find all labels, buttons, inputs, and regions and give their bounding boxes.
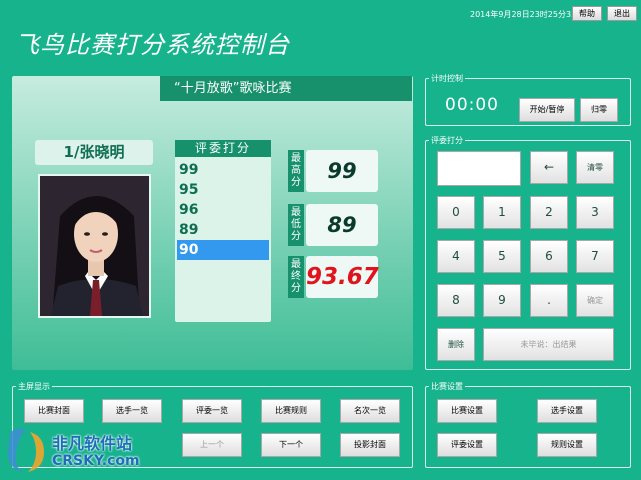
timer-display: 00:00 xyxy=(445,95,499,115)
key-7[interactable]: 7 xyxy=(576,240,614,273)
contest-settings-group-label: 比赛设置 xyxy=(429,381,465,392)
score-item[interactable]: 96 xyxy=(177,200,269,220)
delete-key[interactable]: 删除 xyxy=(437,328,475,361)
timer-group-label: 计时控制 xyxy=(429,73,465,84)
main-screen-group-label: 主屏显示 xyxy=(16,381,52,392)
clear-key[interactable]: 清零 xyxy=(576,151,614,184)
reset-timer-button[interactable]: 归零 xyxy=(580,98,618,122)
next-button[interactable]: 下一个 xyxy=(261,433,321,457)
final-score-value: 93.67 xyxy=(306,256,379,298)
min-score-value: 89 xyxy=(306,204,378,246)
contestant-name: 1/张晓明 xyxy=(35,140,153,165)
contestant-settings-button[interactable]: 选手设置 xyxy=(537,399,597,423)
contest-rules-button[interactable]: 比赛规则 xyxy=(261,399,321,423)
key-8[interactable]: 8 xyxy=(437,284,475,317)
watermark-domain: CRSKY.com xyxy=(52,453,140,469)
watermark-brand: 非凡软件站 xyxy=(52,434,133,453)
score-item[interactable]: 89 xyxy=(177,220,269,240)
key-6[interactable]: 6 xyxy=(530,240,568,273)
judge-scores-list[interactable]: 99 95 96 89 90 xyxy=(175,140,271,322)
min-score-label: 最低分 xyxy=(288,204,304,246)
score-item[interactable]: 95 xyxy=(177,180,269,200)
key-3[interactable]: 3 xyxy=(576,196,614,229)
key-dot[interactable]: . xyxy=(530,284,568,317)
max-score-value: 99 xyxy=(306,150,378,192)
contest-settings-button[interactable]: 比赛设置 xyxy=(437,399,497,423)
rule-settings-button[interactable]: 规则设置 xyxy=(537,433,597,457)
contestant-photo xyxy=(38,174,151,318)
key-9[interactable]: 9 xyxy=(483,284,521,317)
previous-button[interactable]: 上一个 xyxy=(182,433,242,457)
ranking-overview-button[interactable]: 名次一览 xyxy=(340,399,400,423)
confirm-key[interactable]: 确定 xyxy=(576,284,614,317)
projection-cover-button[interactable]: 投影封面 xyxy=(340,433,400,457)
app-title: 飞鸟比赛打分系统控制台 xyxy=(15,31,290,59)
key-1[interactable]: 1 xyxy=(483,196,521,229)
crsky-logo-icon xyxy=(8,428,44,472)
judge-scores-header: 评委打分 xyxy=(175,140,271,157)
datetime-label: 2014年9月28日23时25分33秒 xyxy=(470,10,585,19)
status-key[interactable]: 未毕说：出结果 xyxy=(483,328,614,361)
start-pause-button[interactable]: 开始/暂停 xyxy=(519,98,575,122)
key-2[interactable]: 2 xyxy=(530,196,568,229)
judge-score-group-label: 评委打分 xyxy=(429,135,465,146)
score-input-display[interactable] xyxy=(437,151,521,186)
contest-banner: “十月放歌”歌咏比赛 xyxy=(160,76,412,101)
score-item[interactable]: 99 xyxy=(177,160,269,180)
help-button[interactable]: 帮助 xyxy=(572,6,602,21)
key-0[interactable]: 0 xyxy=(437,196,475,229)
max-score-label: 最高分 xyxy=(288,150,304,192)
key-5[interactable]: 5 xyxy=(483,240,521,273)
backspace-key[interactable]: ← xyxy=(530,151,568,184)
final-score-label: 最终分 xyxy=(288,256,304,298)
key-4[interactable]: 4 xyxy=(437,240,475,273)
crsky-watermark: 非凡软件站 CRSKY.com xyxy=(0,420,170,480)
judge-overview-button[interactable]: 评委一览 xyxy=(182,399,242,423)
exit-button[interactable]: 退出 xyxy=(607,6,637,21)
score-item-selected[interactable]: 90 xyxy=(177,240,269,260)
judge-settings-button[interactable]: 评委设置 xyxy=(437,433,497,457)
